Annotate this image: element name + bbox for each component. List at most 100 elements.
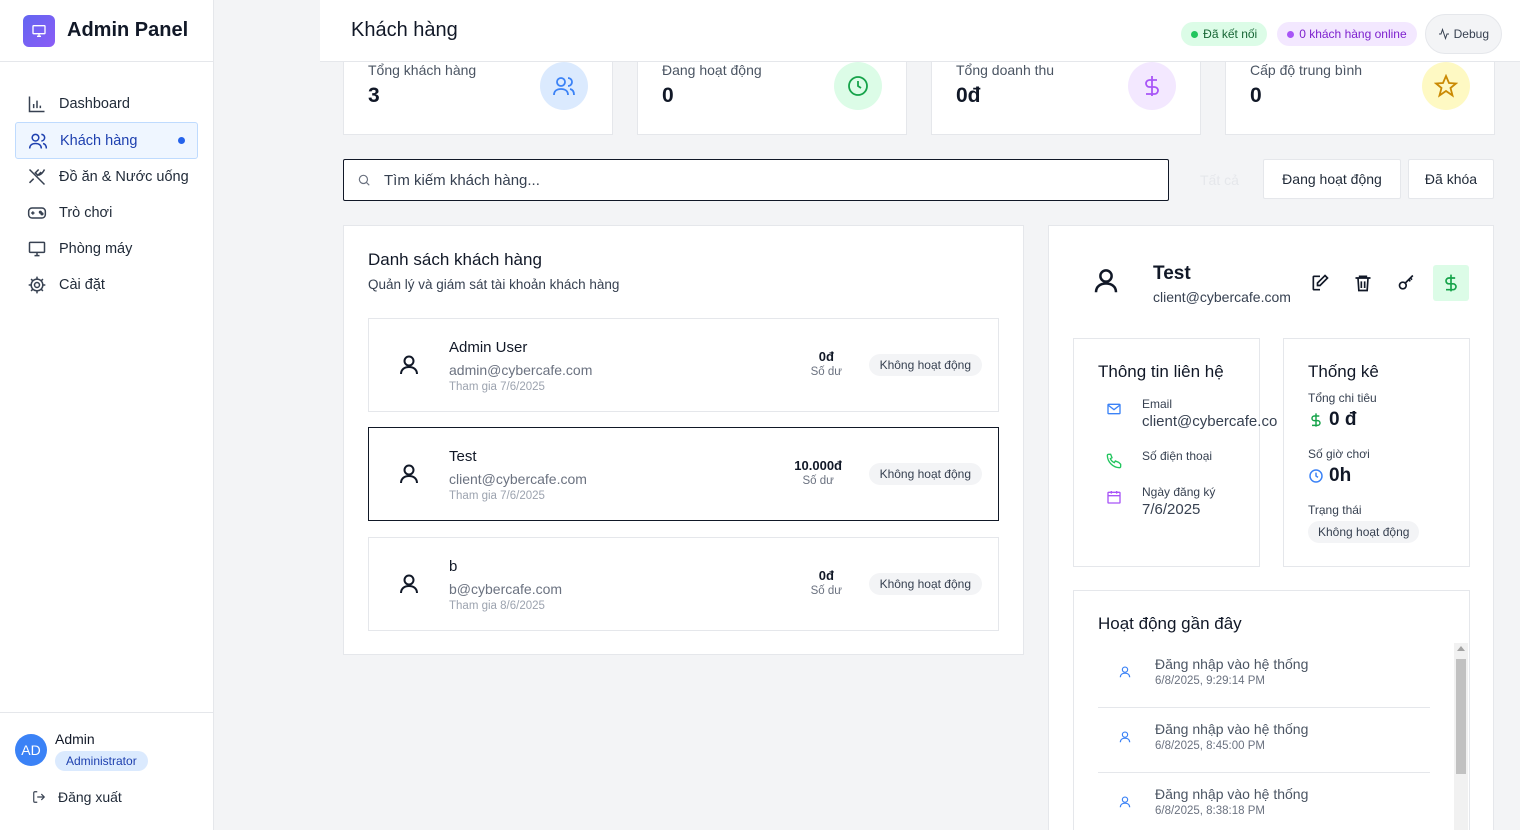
- debug-button[interactable]: Debug: [1424, 14, 1502, 54]
- activity-time: 6/8/2025, 9:29:14 PM: [1155, 675, 1265, 687]
- sidebar-item-label: Khách hàng: [60, 132, 138, 149]
- sidebar-item-label: Dashboard: [59, 96, 130, 112]
- sidebar-item-games[interactable]: Trò chơi: [15, 195, 198, 231]
- search-input[interactable]: [384, 171, 1084, 189]
- contact-label: Email: [1142, 397, 1173, 411]
- dollar-icon: [1311, 413, 1321, 427]
- connection-status-label: Đã kết nối: [1203, 27, 1258, 41]
- sidebar-nav: Dashboard Khách hàng Đồ ăn & Nước uống T…: [0, 62, 213, 303]
- add-balance-button[interactable]: [1433, 265, 1469, 301]
- customer-email: admin@cybercafe.com: [449, 362, 593, 378]
- stat-card-total-customers: Tổng khách hàng 3: [343, 62, 613, 135]
- stats-card: Thống kê Tổng chi tiêu 0 đ Số giờ chơi 0…: [1283, 338, 1470, 567]
- trash-icon: [1355, 275, 1371, 292]
- filter-active-button[interactable]: Đang hoạt động: [1263, 159, 1401, 199]
- gear-icon: [28, 276, 46, 294]
- activity-item: Đăng nhập vào hệ thống 6/8/2025, 8:38:18…: [1098, 773, 1430, 830]
- recent-activity-card: Hoạt động gần đây Đăng nhập vào hệ thống…: [1073, 590, 1470, 830]
- contact-label: Ngày đăng ký: [1142, 485, 1216, 499]
- online-count-badge: 0 khách hàng online: [1277, 22, 1417, 46]
- activity-title: Đăng nhập vào hệ thống: [1155, 656, 1309, 672]
- role-badge: Administrator: [55, 751, 148, 771]
- logout-button[interactable]: Đăng xuất: [0, 771, 214, 805]
- balance-label: Số dư: [802, 475, 834, 487]
- sidebar-footer: AD Admin Administrator Đăng xuất: [0, 712, 214, 830]
- activity-scrollbar[interactable]: [1454, 643, 1468, 830]
- scroll-up-arrow[interactable]: [1457, 646, 1465, 651]
- reset-password-button[interactable]: [1389, 265, 1425, 301]
- user-icon: [400, 574, 418, 594]
- stats-card-title: Thống kê: [1308, 362, 1379, 381]
- mail-icon: [1107, 403, 1121, 415]
- monitor-logo-icon: [23, 14, 55, 47]
- stat-card-revenue: Tổng doanh thu 0đ: [931, 62, 1201, 135]
- activity-time: 6/8/2025, 8:45:00 PM: [1155, 740, 1265, 752]
- activity-icon: [1438, 28, 1449, 40]
- sidebar-item-settings[interactable]: Cài đặt: [15, 267, 198, 303]
- top-header: Khách hàng Đã kết nối 0 khách hàng onlin…: [320, 0, 1520, 62]
- calendar-icon: [1107, 491, 1121, 504]
- brand-title: Admin Panel: [67, 19, 189, 41]
- scroll-thumb[interactable]: [1456, 659, 1466, 774]
- stat-value: 0: [662, 84, 674, 107]
- sidebar-item-rooms[interactable]: Phòng máy: [15, 231, 198, 267]
- status-badge: Không hoạt động: [868, 354, 982, 376]
- user-icon: [400, 355, 418, 375]
- customer-row[interactable]: Admin User admin@cybercafe.com Tham gia …: [368, 318, 999, 412]
- filter-all-button[interactable]: Tất cả: [1200, 172, 1239, 188]
- balance-value: 0đ: [818, 568, 834, 583]
- sidebar-item-customers[interactable]: Khách hàng: [15, 122, 198, 159]
- customer-name: Test: [449, 448, 477, 465]
- customer-balance: 0đ Số dư: [811, 349, 842, 378]
- customer-balance: 10.000đ Số dư: [794, 458, 842, 487]
- user-icon: [1119, 666, 1131, 678]
- search-icon: [358, 174, 370, 186]
- sidebar-item-label: Phòng máy: [59, 241, 133, 257]
- balance-label: Số dư: [810, 585, 842, 597]
- contact-value: client@cybercafe.co: [1142, 413, 1278, 430]
- sidebar-item-dashboard[interactable]: Dashboard: [15, 86, 198, 122]
- utensils-icon: [28, 168, 46, 186]
- activity-title: Đăng nhập vào hệ thống: [1155, 786, 1309, 802]
- user-profile: AD Admin Administrator: [0, 713, 214, 771]
- list-subtitle: Quản lý và giám sát tài khoản khách hàng: [368, 277, 620, 292]
- spend-amount: 0 đ: [1329, 409, 1357, 430]
- debug-label: Debug: [1453, 27, 1489, 41]
- customer-row[interactable]: b b@cybercafe.com Tham gia 8/6/2025 0đ S…: [368, 537, 999, 631]
- sidebar-item-food[interactable]: Đồ ăn & Nước uống: [15, 159, 198, 195]
- stat-value: 3: [368, 84, 380, 107]
- online-count-label: 0 khách hàng online: [1299, 27, 1407, 41]
- detail-customer-email: client@cybercafe.com: [1153, 289, 1291, 305]
- activity-item: Đăng nhập vào hệ thống 6/8/2025, 8:45:00…: [1098, 708, 1430, 773]
- key-icon: [1398, 274, 1414, 290]
- edit-button[interactable]: [1302, 265, 1338, 301]
- star-icon: [1422, 62, 1470, 110]
- balance-label: Số dư: [810, 366, 842, 378]
- customer-joined: Tham gia 8/6/2025: [449, 600, 545, 612]
- hours-amount: 0h: [1329, 465, 1352, 486]
- delete-button[interactable]: [1345, 265, 1381, 301]
- avatar: AD: [15, 734, 47, 766]
- detail-customer-name: Test: [1153, 263, 1191, 284]
- customer-name: b: [449, 558, 458, 575]
- sidebar-item-label: Đồ ăn & Nước uống: [59, 169, 189, 185]
- stat-card-active: Đang hoạt động 0: [637, 62, 907, 135]
- contact-phone-row: Số điện thoại: [1098, 449, 1212, 469]
- list-title: Danh sách khách hàng: [368, 250, 542, 269]
- customer-row-selected[interactable]: Test client@cybercafe.com Tham gia 7/6/2…: [368, 427, 999, 521]
- customer-joined: Tham gia 7/6/2025: [449, 381, 545, 393]
- stat-value: 0đ: [956, 84, 981, 107]
- status-badge: Không hoạt động: [1308, 521, 1420, 543]
- active-indicator-dot: [178, 137, 185, 144]
- stat-label: Đang hoạt động: [662, 62, 762, 78]
- clock-icon: [834, 62, 882, 110]
- stat-label: Tổng khách hàng: [368, 62, 477, 78]
- stat-card-avg-level: Cấp độ trung bình 0: [1225, 62, 1495, 135]
- user-icon: [1119, 796, 1131, 808]
- filter-locked-button[interactable]: Đã khóa: [1408, 159, 1494, 199]
- sidebar-item-label: Cài đặt: [59, 277, 105, 293]
- bar-chart-icon: [28, 96, 45, 113]
- sidebar-item-label: Trò chơi: [59, 205, 113, 221]
- monitor-icon: [28, 241, 46, 257]
- contact-info-card: Thông tin liên hệ Email client@cybercafe…: [1073, 338, 1277, 567]
